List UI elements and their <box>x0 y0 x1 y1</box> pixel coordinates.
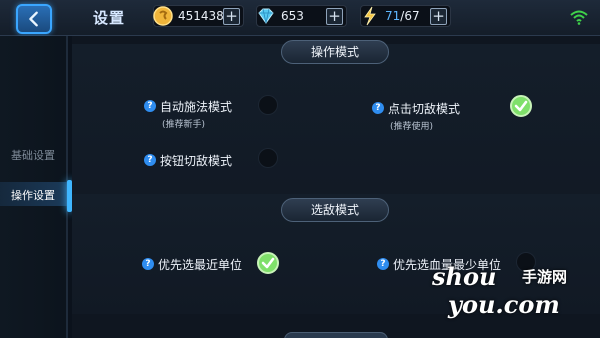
section-title: 选敌模式 <box>281 198 389 222</box>
lightning-icon <box>364 6 376 26</box>
energy-counter: 71/67 + <box>360 5 451 27</box>
auto-cast-radio[interactable] <box>258 95 278 115</box>
section-title: 操作模式 <box>281 40 389 64</box>
sidebar-item-basic-settings[interactable]: 基础设置 <box>0 142 68 166</box>
gold-coin-icon <box>153 6 173 26</box>
option-hint: (推荐使用) <box>390 122 434 132</box>
option-label: 按钮切敌模式 <box>160 154 233 168</box>
sidebar-item-operation-settings[interactable]: 操作设置 <box>0 180 72 212</box>
gold-value: 451438 <box>178 9 224 23</box>
diamond-counter: 653 + <box>256 5 347 27</box>
option-label: 点击切敌模式 <box>388 102 461 116</box>
help-icon[interactable]: ? <box>144 154 156 166</box>
chevron-left-icon <box>29 11 38 27</box>
option-label: 自动施法模式 <box>160 100 233 114</box>
energy-value: 71/67 <box>385 9 420 23</box>
watermark-main: shou <box>432 262 497 291</box>
button-switch-target-radio[interactable] <box>258 148 278 168</box>
add-gold-button[interactable]: + <box>223 8 240 25</box>
gold-counter: 451438 + <box>153 5 244 27</box>
add-diamond-button[interactable]: + <box>326 8 343 25</box>
wifi-icon <box>570 10 588 25</box>
sidebar: 基础设置 操作设置 <box>0 36 72 338</box>
page-title: 设置 <box>93 9 126 27</box>
option-hint: (推荐新手) <box>162 120 206 130</box>
watermark-cn: 手游网 <box>522 268 568 286</box>
watermark-sub: you.com <box>448 290 560 319</box>
next-section-header <box>284 332 388 338</box>
add-energy-button[interactable]: + <box>430 8 447 25</box>
nearest-unit-radio[interactable] <box>257 252 279 274</box>
tap-switch-target-radio[interactable] <box>510 95 532 117</box>
top-bar: 设置 451438 + 653 + 71/67 + <box>0 0 600 36</box>
diamond-icon <box>258 8 274 24</box>
help-icon[interactable]: ? <box>142 258 154 270</box>
help-icon[interactable]: ? <box>372 102 384 114</box>
option-label: 优先选最近单位 <box>158 258 243 272</box>
help-icon[interactable]: ? <box>377 258 389 270</box>
watermark-logo: shou 手游网 you.com <box>432 262 600 332</box>
check-icon <box>261 257 275 269</box>
energy-current: 71 <box>385 9 401 23</box>
sidebar-item-label: 操作设置 <box>11 189 55 202</box>
sidebar-item-label: 基础设置 <box>11 149 55 162</box>
help-icon[interactable]: ? <box>144 100 156 112</box>
back-button[interactable] <box>16 4 52 34</box>
diamond-value: 653 <box>281 9 304 23</box>
check-icon <box>514 100 528 112</box>
energy-max: /67 <box>400 9 420 23</box>
